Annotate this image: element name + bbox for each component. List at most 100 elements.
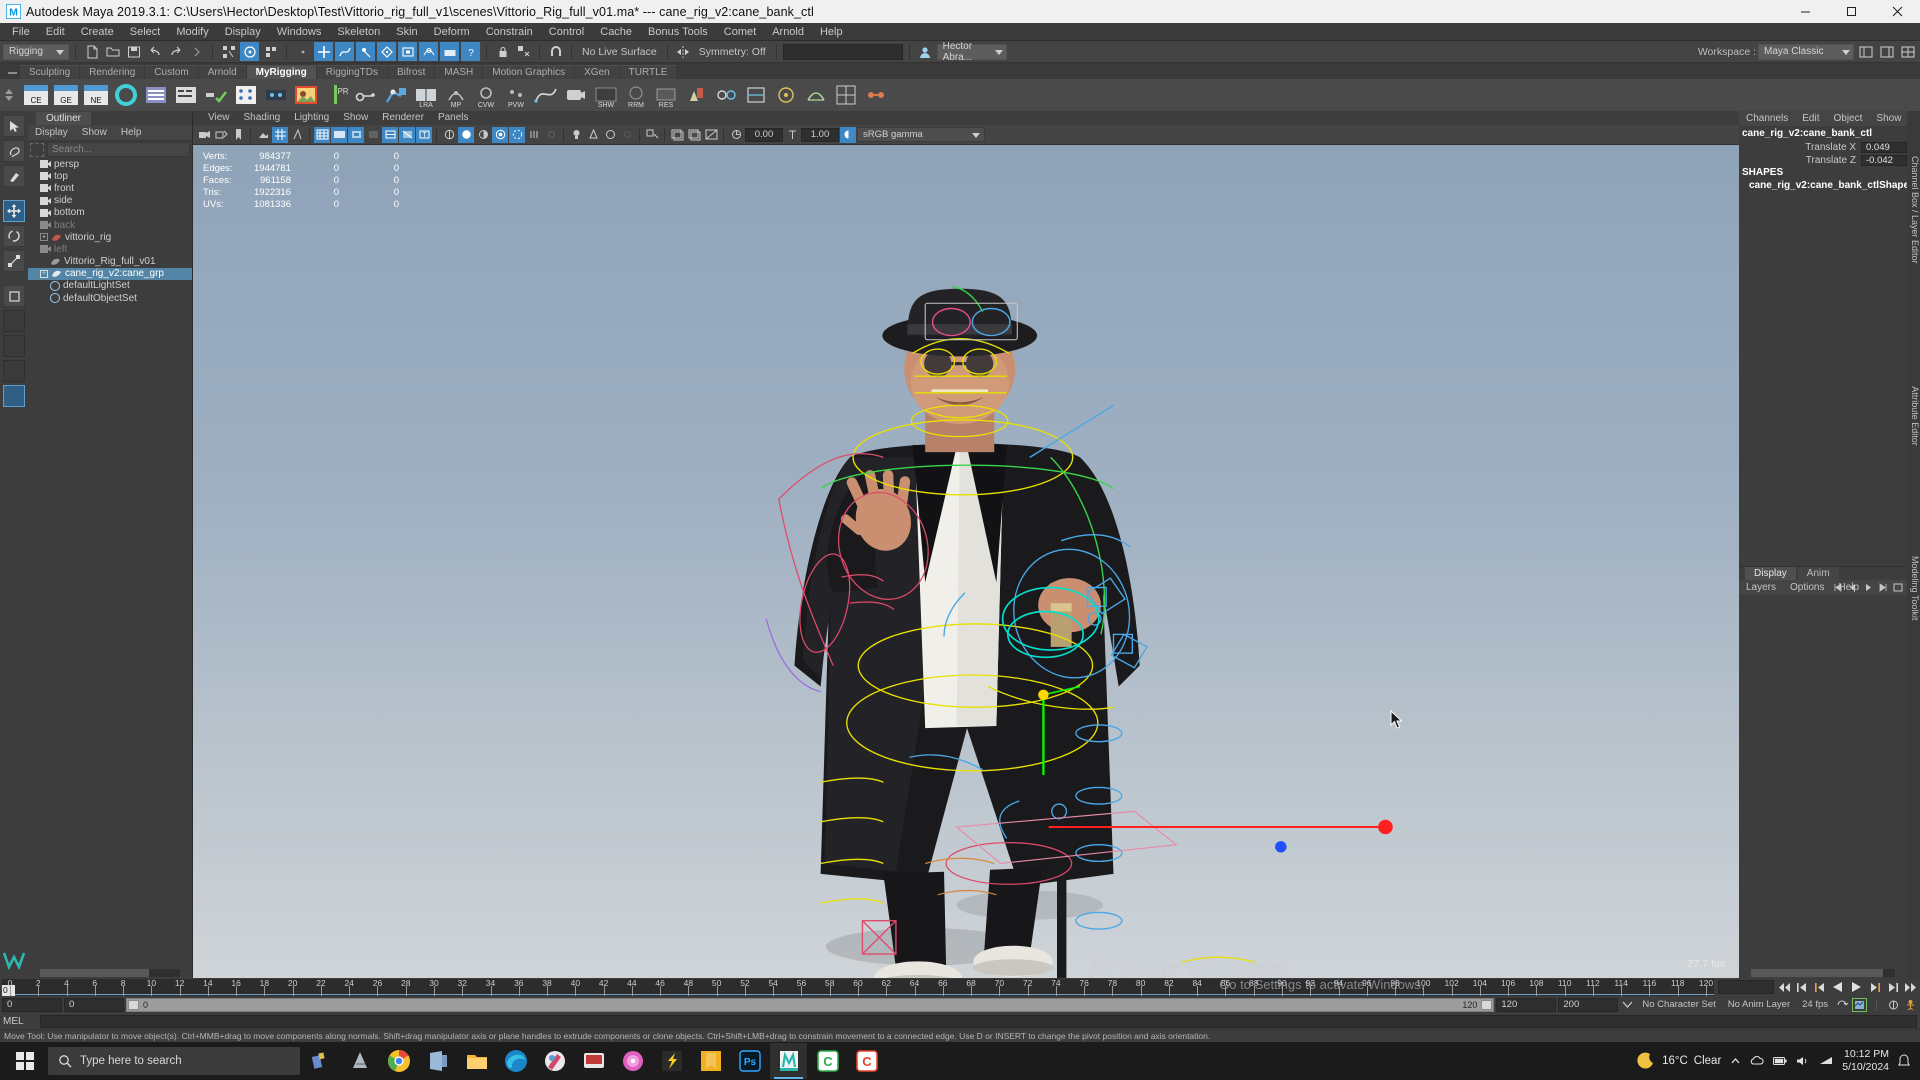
channel-box-layer-editor[interactable]: Channels Edit Object Show cane_rig_v2:ca…	[1739, 111, 1907, 978]
system-tray[interactable]: 16°C Clear 10:12 PM 5/10/2024	[1636, 1048, 1916, 1074]
make-live-icon[interactable]	[419, 42, 438, 61]
outliner-item-front[interactable]: front	[28, 182, 192, 194]
taskbar-app-teams[interactable]	[419, 1043, 456, 1079]
status-line-toolbar[interactable]: Rigging	[0, 41, 1920, 63]
move-tool-button[interactable]	[3, 200, 25, 222]
menu-deform[interactable]: Deform	[426, 23, 478, 41]
user-account-selector[interactable]: Hector Abra...	[937, 44, 1007, 60]
go-to-end-icon[interactable]	[1902, 980, 1918, 994]
exposure-value[interactable]: 0.00	[745, 128, 783, 142]
outliner-menu-show[interactable]: Show	[75, 125, 114, 141]
battery-icon[interactable]	[1773, 1055, 1787, 1067]
animation-start-time-field[interactable]: 0	[2, 998, 62, 1012]
layer-list[interactable]	[1739, 595, 1907, 968]
tool-box[interactable]	[0, 111, 28, 978]
smooth-shade-all-icon[interactable]	[348, 127, 364, 143]
panel-layout-icon[interactable]	[1898, 42, 1917, 61]
menu-edit[interactable]: Edit	[38, 23, 73, 41]
shelf-button-ge[interactable]: GE	[52, 82, 79, 109]
snap-to-curve-icon[interactable]	[335, 42, 354, 61]
volume-icon[interactable]	[1796, 1055, 1810, 1067]
rail-tab-channel-box[interactable]: Channel Box / Layer Editor	[1910, 156, 1920, 216]
exposure-icon[interactable]	[728, 127, 744, 143]
shelf-button-rrm[interactable]: RRM	[622, 82, 649, 109]
snap-to-point-icon[interactable]	[356, 42, 375, 61]
command-line-input[interactable]	[40, 1015, 1917, 1028]
play-forwards-icon[interactable]	[1848, 980, 1864, 994]
expand-toggle-icon[interactable]: +	[40, 270, 48, 278]
channel-attribute-translate-x[interactable]: Translate X 0.049	[1739, 141, 1907, 153]
dof-icon[interactable]	[543, 127, 559, 143]
notification-center-icon[interactable]	[1898, 1054, 1910, 1068]
shelf-grip-handle[interactable]	[4, 67, 20, 79]
step-back-frame-icon[interactable]	[1812, 980, 1828, 994]
outliner-item-persp[interactable]: persp	[28, 158, 192, 170]
animation-end-time-field[interactable]: 200	[1558, 998, 1618, 1012]
paint-select-tool-button[interactable]	[3, 165, 25, 187]
add-layer-icon[interactable]	[1892, 582, 1904, 593]
playback-controls[interactable]	[1714, 980, 1918, 994]
snap-to-view-plane-icon[interactable]	[398, 42, 417, 61]
layer-menu-layers[interactable]: Layers	[1739, 580, 1783, 595]
playback-options-icon[interactable]	[1620, 998, 1635, 1012]
layer-last-icon[interactable]	[1877, 582, 1889, 593]
start-button[interactable]	[4, 1042, 46, 1080]
shelf-button-pr[interactable]: PR	[322, 82, 349, 109]
outliner-item-vittorio-rig[interactable]: + vittorio_rig	[28, 231, 192, 243]
anim-layer-toggle-icon[interactable]	[1886, 998, 1901, 1012]
attribute-value[interactable]: -0.042	[1861, 155, 1907, 166]
menu-skin[interactable]: Skin	[388, 23, 425, 41]
viewport-menu-renderer[interactable]: Renderer	[375, 111, 431, 125]
character-rig-render[interactable]	[193, 145, 1739, 978]
shelf-button-list-tool[interactable]	[142, 82, 169, 109]
main-menu-bar[interactable]: File Edit Create Select Modify Display W…	[0, 23, 1920, 41]
channel-box-shape-name[interactable]: cane_rig_v2:cane_bank_ctlShape	[1739, 180, 1907, 193]
shelf-tab-motion-graphics[interactable]: Motion Graphics	[483, 65, 574, 79]
outliner-item-left[interactable]: left	[28, 243, 192, 255]
shelf-button-deformer[interactable]	[742, 82, 769, 109]
menu-bonus-tools[interactable]: Bonus Tools	[640, 23, 716, 41]
snap-to-projected-center-icon[interactable]	[377, 42, 396, 61]
menu-help[interactable]: Help	[812, 23, 851, 41]
outliner-item-side[interactable]: side	[28, 195, 192, 207]
taskbar-clock[interactable]: 10:12 PM 5/10/2024	[1842, 1048, 1889, 1074]
viewport-menu-show[interactable]: Show	[336, 111, 375, 125]
character-rig-icon[interactable]	[1903, 998, 1918, 1012]
snap-to-grid-icon[interactable]	[314, 42, 333, 61]
anim-layer-label[interactable]: No Anim Layer	[1723, 999, 1795, 1010]
onedrive-icon[interactable]	[1750, 1055, 1764, 1067]
shelf-tab-myrigging[interactable]: MyRigging	[247, 65, 316, 79]
filter-icon[interactable]	[30, 143, 44, 157]
redo-icon[interactable]	[166, 42, 185, 61]
motion-blur-icon[interactable]	[526, 127, 542, 143]
perspective-viewport[interactable]: Verts: 984377 0 0 Edges: 1944781 0 0 Fac…	[193, 145, 1739, 978]
shelf-tab-bar[interactable]: Sculpting Rendering Custom Arnold MyRigg…	[0, 63, 1920, 79]
layer-editor-menu-bar[interactable]: Layers Options Help	[1739, 580, 1907, 595]
select-by-object-icon[interactable]	[240, 42, 259, 61]
taskbar-app-substance[interactable]	[653, 1043, 690, 1079]
close-button[interactable]	[1874, 0, 1920, 23]
time-slider-track[interactable]: 0 02468101214161820222426283032343638404…	[2, 979, 1714, 996]
menu-file[interactable]: File	[4, 23, 38, 41]
image-plane-icon[interactable]	[255, 127, 271, 143]
use-default-material-icon[interactable]: T	[416, 127, 432, 143]
shelf-button-constraint[interactable]	[862, 82, 889, 109]
exposure-reset-icon[interactable]	[703, 127, 719, 143]
light-shadow-icon[interactable]	[602, 127, 618, 143]
shelf-button-circle-tool[interactable]	[112, 82, 139, 109]
shelf-tab-bifrost[interactable]: Bifrost	[388, 65, 434, 79]
viewport-menu-shading[interactable]: Shading	[237, 111, 288, 125]
range-slider[interactable]: 0 120	[126, 998, 1494, 1012]
weather-widget[interactable]: 16°C Clear	[1636, 1051, 1721, 1071]
outliner-item-bottom[interactable]: bottom	[28, 207, 192, 219]
taskbar-app-media-player[interactable]	[575, 1043, 612, 1079]
go-to-start-icon[interactable]	[1776, 980, 1792, 994]
outliner-item-default-light-set[interactable]: defaultLightSet	[28, 280, 192, 292]
lasso-tool-button[interactable]	[3, 140, 25, 162]
flat-shade-icon[interactable]	[365, 127, 381, 143]
outliner-item-cane-grp[interactable]: + cane_rig_v2:cane_grp	[28, 268, 192, 280]
menu-comet[interactable]: Comet	[716, 23, 764, 41]
ipr-render-icon[interactable]: ?	[461, 42, 480, 61]
shelf-tab-mash[interactable]: MASH	[435, 65, 482, 79]
light-spot-icon[interactable]	[585, 127, 601, 143]
